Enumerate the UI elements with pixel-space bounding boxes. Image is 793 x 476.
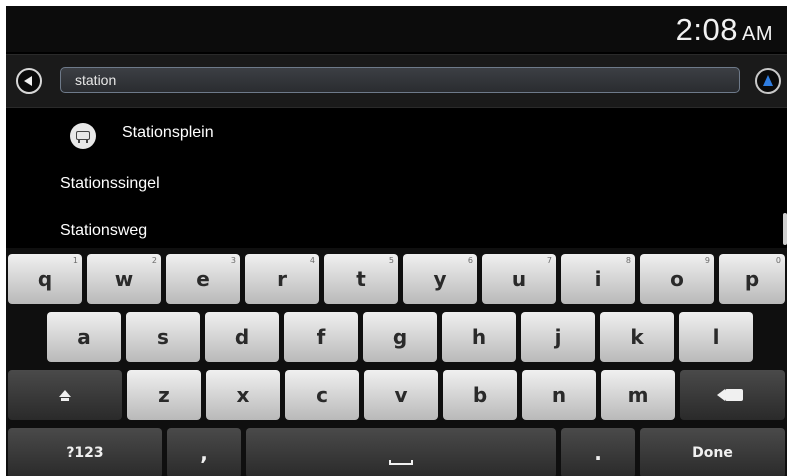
key-char: v — [394, 383, 408, 407]
key-char: p — [744, 267, 760, 291]
scrollbar-thumb[interactable] — [783, 213, 787, 245]
key-char: h — [471, 325, 487, 349]
key-char: x — [236, 383, 250, 407]
key-z[interactable]: z — [127, 370, 201, 420]
period-key[interactable]: . — [561, 428, 635, 476]
done-button[interactable]: Done — [640, 428, 785, 476]
key-m[interactable]: m — [601, 370, 675, 420]
key-r[interactable]: r4 — [245, 254, 319, 304]
suggestion-item[interactable]: Stationsweg — [6, 209, 787, 253]
key-c[interactable]: c — [285, 370, 359, 420]
key-n[interactable]: n — [522, 370, 596, 420]
key-char: b — [472, 383, 488, 407]
key-v[interactable]: v — [364, 370, 438, 420]
key-hint: 9 — [704, 256, 710, 265]
backspace-icon[interactable] — [680, 370, 785, 420]
suggestion-label: Stationsplein — [122, 124, 214, 141]
key-char: e — [196, 267, 210, 291]
search-bar — [6, 54, 787, 108]
key-hint: 3 — [230, 256, 236, 265]
key-l[interactable]: l — [679, 312, 753, 362]
key-char: c — [316, 383, 328, 407]
key-char: f — [316, 325, 326, 349]
key-hint: 6 — [467, 256, 473, 265]
key-char: a — [77, 325, 91, 349]
key-hint: 7 — [546, 256, 552, 265]
suggestion-item[interactable]: Stationsplein — [6, 111, 787, 155]
key-char: y — [433, 267, 447, 291]
navigation-arrow-icon[interactable] — [755, 68, 781, 94]
key-char: d — [234, 325, 250, 349]
suggestion-item[interactable]: Stationssingel — [6, 162, 787, 206]
key-o[interactable]: o9 — [640, 254, 714, 304]
suggestion-label: Stationsweg — [60, 222, 148, 239]
status-bar: 2:08 AM — [6, 6, 787, 52]
key-u[interactable]: u7 — [482, 254, 556, 304]
key-hint: 2 — [151, 256, 157, 265]
symbols-label: ?123 — [66, 445, 104, 461]
key-char: n — [551, 383, 567, 407]
key-f[interactable]: f — [284, 312, 358, 362]
clock-time: 2:08 — [675, 12, 738, 47]
key-hint: 4 — [309, 256, 315, 265]
key-char: l — [712, 325, 720, 349]
suggestion-list: Stationsplein Stationssingel Stationsweg — [6, 107, 787, 247]
on-screen-keyboard: q1 w2 e3 r4 t5 y6 u7 i8 o9 p0 a s d f g … — [6, 248, 787, 476]
key-b[interactable]: b — [443, 370, 517, 420]
key-q[interactable]: q1 — [8, 254, 82, 304]
key-hint: 8 — [625, 256, 631, 265]
comma-label: , — [200, 441, 208, 465]
period-label: . — [594, 441, 602, 465]
key-w[interactable]: w2 — [87, 254, 161, 304]
key-i[interactable]: i8 — [561, 254, 635, 304]
shift-icon[interactable] — [8, 370, 122, 420]
key-y[interactable]: y6 — [403, 254, 477, 304]
station-icon — [70, 123, 96, 149]
key-char: q — [37, 267, 53, 291]
key-e[interactable]: e3 — [166, 254, 240, 304]
key-char: w — [114, 267, 134, 291]
key-char: k — [630, 325, 644, 349]
key-char: r — [277, 267, 287, 291]
key-s[interactable]: s — [126, 312, 200, 362]
key-char: j — [554, 325, 562, 349]
app-screen: 2:08AM Stationsplein Stationssingel Stat… — [6, 6, 787, 476]
key-hint: 1 — [72, 256, 78, 265]
symbols-key[interactable]: ?123 — [8, 428, 162, 476]
key-char: z — [158, 383, 170, 407]
key-d[interactable]: d — [205, 312, 279, 362]
key-char: t — [356, 267, 366, 291]
key-char: s — [157, 325, 169, 349]
key-a[interactable]: a — [47, 312, 121, 362]
key-char: o — [670, 267, 684, 291]
key-g[interactable]: g — [363, 312, 437, 362]
space-key[interactable] — [246, 428, 556, 476]
key-hint: 0 — [775, 256, 781, 265]
search-input[interactable] — [60, 67, 740, 93]
suggestion-label: Stationssingel — [60, 175, 160, 192]
key-char: i — [594, 267, 602, 291]
comma-key[interactable]: , — [167, 428, 241, 476]
done-label: Done — [692, 445, 733, 461]
key-p[interactable]: p0 — [719, 254, 785, 304]
key-char: m — [627, 383, 649, 407]
key-hint: 5 — [388, 256, 394, 265]
back-icon[interactable] — [16, 68, 42, 94]
key-j[interactable]: j — [521, 312, 595, 362]
key-x[interactable]: x — [206, 370, 280, 420]
key-k[interactable]: k — [600, 312, 674, 362]
clock-ampm: AM — [742, 23, 773, 45]
key-t[interactable]: t5 — [324, 254, 398, 304]
key-char: u — [511, 267, 527, 291]
clock: 2:08 AM — [676, 12, 773, 48]
key-h[interactable]: h — [442, 312, 516, 362]
key-char: g — [392, 325, 408, 349]
